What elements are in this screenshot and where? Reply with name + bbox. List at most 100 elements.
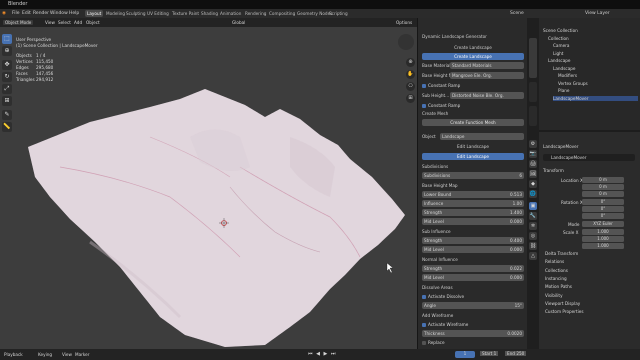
blender-logo-icon[interactable]: ◉ <box>2 11 6 16</box>
tab-item[interactable] <box>529 82 537 102</box>
rotation-y-field[interactable]: 0° <box>582 206 624 212</box>
cursor-tool-icon[interactable]: ⊕ <box>2 46 12 56</box>
tab-animation[interactable]: Animation <box>218 10 243 17</box>
menu-select[interactable]: Select <box>58 20 71 25</box>
3d-viewport[interactable]: User Perspective (1) Scene Collection | … <box>0 27 417 349</box>
influence-field[interactable]: Influence 1.00 <box>422 200 524 207</box>
end-frame-field[interactable]: End 250 <box>505 351 527 356</box>
tab-uv-editing[interactable]: UV Editing <box>145 10 171 17</box>
scene-props-icon[interactable]: ◆ <box>529 180 537 188</box>
zoom-icon[interactable]: ⊕ <box>406 58 415 67</box>
mid-level-3-field[interactable]: Mid Level 0.000 <box>422 274 524 281</box>
menu-edit[interactable]: Edit <box>22 11 31 16</box>
angle-field[interactable]: Angle 15° <box>422 302 524 309</box>
camera-view-icon[interactable]: ⎔ <box>406 82 415 91</box>
outliner-item[interactable]: Collection <box>548 36 638 41</box>
mid-level-2-field[interactable]: Mid Level 0.000 <box>422 246 524 253</box>
outliner-item[interactable]: Landscape <box>548 58 638 63</box>
scale-z-field[interactable]: 1.000 <box>582 243 624 249</box>
outliner-item[interactable]: Camera <box>553 43 638 48</box>
pan-hand-icon[interactable]: ✋ <box>406 70 415 79</box>
tab-rendering[interactable]: Rendering <box>243 10 268 17</box>
properties-section-header[interactable]: Viewport Display <box>545 301 580 306</box>
constant-ramp-2-checkbox[interactable]: Constant Ramp <box>422 102 524 109</box>
tab-landscape-addon[interactable] <box>529 38 537 78</box>
view-layer-props-icon[interactable]: 🖼 <box>529 170 537 178</box>
outliner-item[interactable]: Plane <box>558 88 638 93</box>
properties-section-header[interactable]: Instancing <box>545 276 567 281</box>
constant-ramp-checkbox[interactable]: Constant Ramp <box>422 82 524 89</box>
properties-section-header[interactable]: Collections <box>545 268 568 273</box>
output-props-icon[interactable]: 🖨 <box>529 160 537 168</box>
render-props-icon[interactable]: 📷 <box>529 150 537 158</box>
strength-2-field[interactable]: Strength 0.400 <box>422 237 524 244</box>
properties-section-header[interactable]: Custom Properties <box>545 309 584 314</box>
grid-view-icon[interactable]: ⊞ <box>406 94 415 103</box>
strength-field[interactable]: Strength 1.400 <box>422 209 524 216</box>
activate-wireframe-checkbox[interactable]: Activate Wireframe <box>422 321 524 328</box>
outliner-item[interactable]: LandscapeMover <box>553 95 638 101</box>
tab-compositing[interactable]: Compositing <box>267 10 297 17</box>
subdivisions-field[interactable]: Subdivisions 6 <box>422 172 524 179</box>
tab-tool[interactable] <box>529 106 537 126</box>
menu-view[interactable]: View <box>45 20 55 25</box>
tool-props-icon[interactable]: ⚙ <box>529 140 537 148</box>
transform-icon[interactable]: ⊞ <box>2 96 12 106</box>
outliner-item[interactable]: Modifiers <box>558 73 638 78</box>
outliner-item[interactable]: Landscape <box>553 66 638 71</box>
orientation-selector[interactable]: Global <box>232 20 245 25</box>
rotation-z-field[interactable]: 0° <box>582 213 624 219</box>
replace-checkbox[interactable]: Replace <box>422 339 524 346</box>
properties-section-header[interactable]: Motion Paths <box>545 284 572 289</box>
object-select[interactable]: Landscape <box>440 133 524 140</box>
particles-props-icon[interactable]: ✲ <box>529 222 537 230</box>
scale-icon[interactable]: ⤢ <box>2 84 12 94</box>
tab-layout[interactable]: Layout <box>85 10 104 17</box>
activate-dissolve-checkbox[interactable]: Activate Dissolve <box>422 293 524 300</box>
base-height-select[interactable]: Mangrove Ele. Org. <box>450 72 524 79</box>
outliner-item[interactable]: Light <box>553 51 638 56</box>
current-frame-field[interactable]: 1 <box>455 351 475 358</box>
transform-panel-header[interactable]: Transform <box>543 168 564 173</box>
mid-level-field[interactable]: Mid Level 0.000 <box>422 218 524 225</box>
thickness-field[interactable]: Thickness 0.0020 <box>422 330 524 337</box>
playback-menu[interactable]: Playback <box>4 352 23 357</box>
scale-x-field[interactable]: 1.000 <box>582 229 624 235</box>
menu-help[interactable]: Help <box>69 11 79 16</box>
menu-file[interactable]: File <box>12 11 20 16</box>
object-name-field[interactable]: LandscapeMover <box>543 154 635 161</box>
sub-height-select[interactable]: Distorted Noise Ble. Org. <box>450 92 524 99</box>
properties-section-header[interactable]: Visibility <box>545 293 563 298</box>
playback-controls[interactable]: ⏮ ◀ ▶ ⏭ <box>308 351 336 357</box>
outliner-item[interactable]: Scene Collection <box>543 28 638 33</box>
keying-menu[interactable]: Keying <box>38 352 52 357</box>
start-frame-field[interactable]: Start 1 <box>480 351 499 356</box>
lower-bound-field[interactable]: Lower Bound 0.513 <box>422 191 524 198</box>
create-landscape-button[interactable]: Create Landscape <box>422 53 524 60</box>
location-z-field[interactable]: 0 m <box>582 191 624 197</box>
location-y-field[interactable]: 0 m <box>582 184 624 190</box>
scale-y-field[interactable]: 1.000 <box>582 236 624 242</box>
annotate-icon[interactable]: ✎ <box>2 110 12 120</box>
edit-landscape-button[interactable]: Edit Landscape <box>422 153 524 160</box>
location-x-field[interactable]: 0 m <box>582 177 624 183</box>
constraints-props-icon[interactable]: ⛓ <box>529 242 537 250</box>
object-props-icon[interactable]: ▣ <box>529 202 537 210</box>
move-icon[interactable]: ✥ <box>2 60 12 70</box>
scene-selector[interactable]: Scene <box>510 11 524 16</box>
physics-props-icon[interactable]: ◎ <box>529 232 537 240</box>
menu-window[interactable]: Window <box>50 11 68 16</box>
measure-icon[interactable]: 📏 <box>2 122 12 132</box>
mode-selector[interactable]: Object Mode <box>3 20 34 25</box>
rotation-x-field[interactable]: 0° <box>582 199 624 205</box>
marker-menu[interactable]: Marker <box>75 352 89 357</box>
create-function-mesh-button[interactable]: Create Function Mesh <box>422 119 524 126</box>
rotation-mode-select[interactable]: XYZ Euler <box>582 221 624 227</box>
outliner-item[interactable]: Vertex Groups <box>558 81 638 86</box>
axis-gizmo-icon[interactable] <box>398 34 414 50</box>
world-props-icon[interactable]: 🌐 <box>529 190 537 198</box>
properties-section-header[interactable]: Delta Transform <box>545 251 578 256</box>
view-layer-selector[interactable]: View Layer <box>585 11 610 16</box>
rotate-icon[interactable]: ↻ <box>2 72 12 82</box>
strength-3-field[interactable]: Strength 0.022 <box>422 265 524 272</box>
